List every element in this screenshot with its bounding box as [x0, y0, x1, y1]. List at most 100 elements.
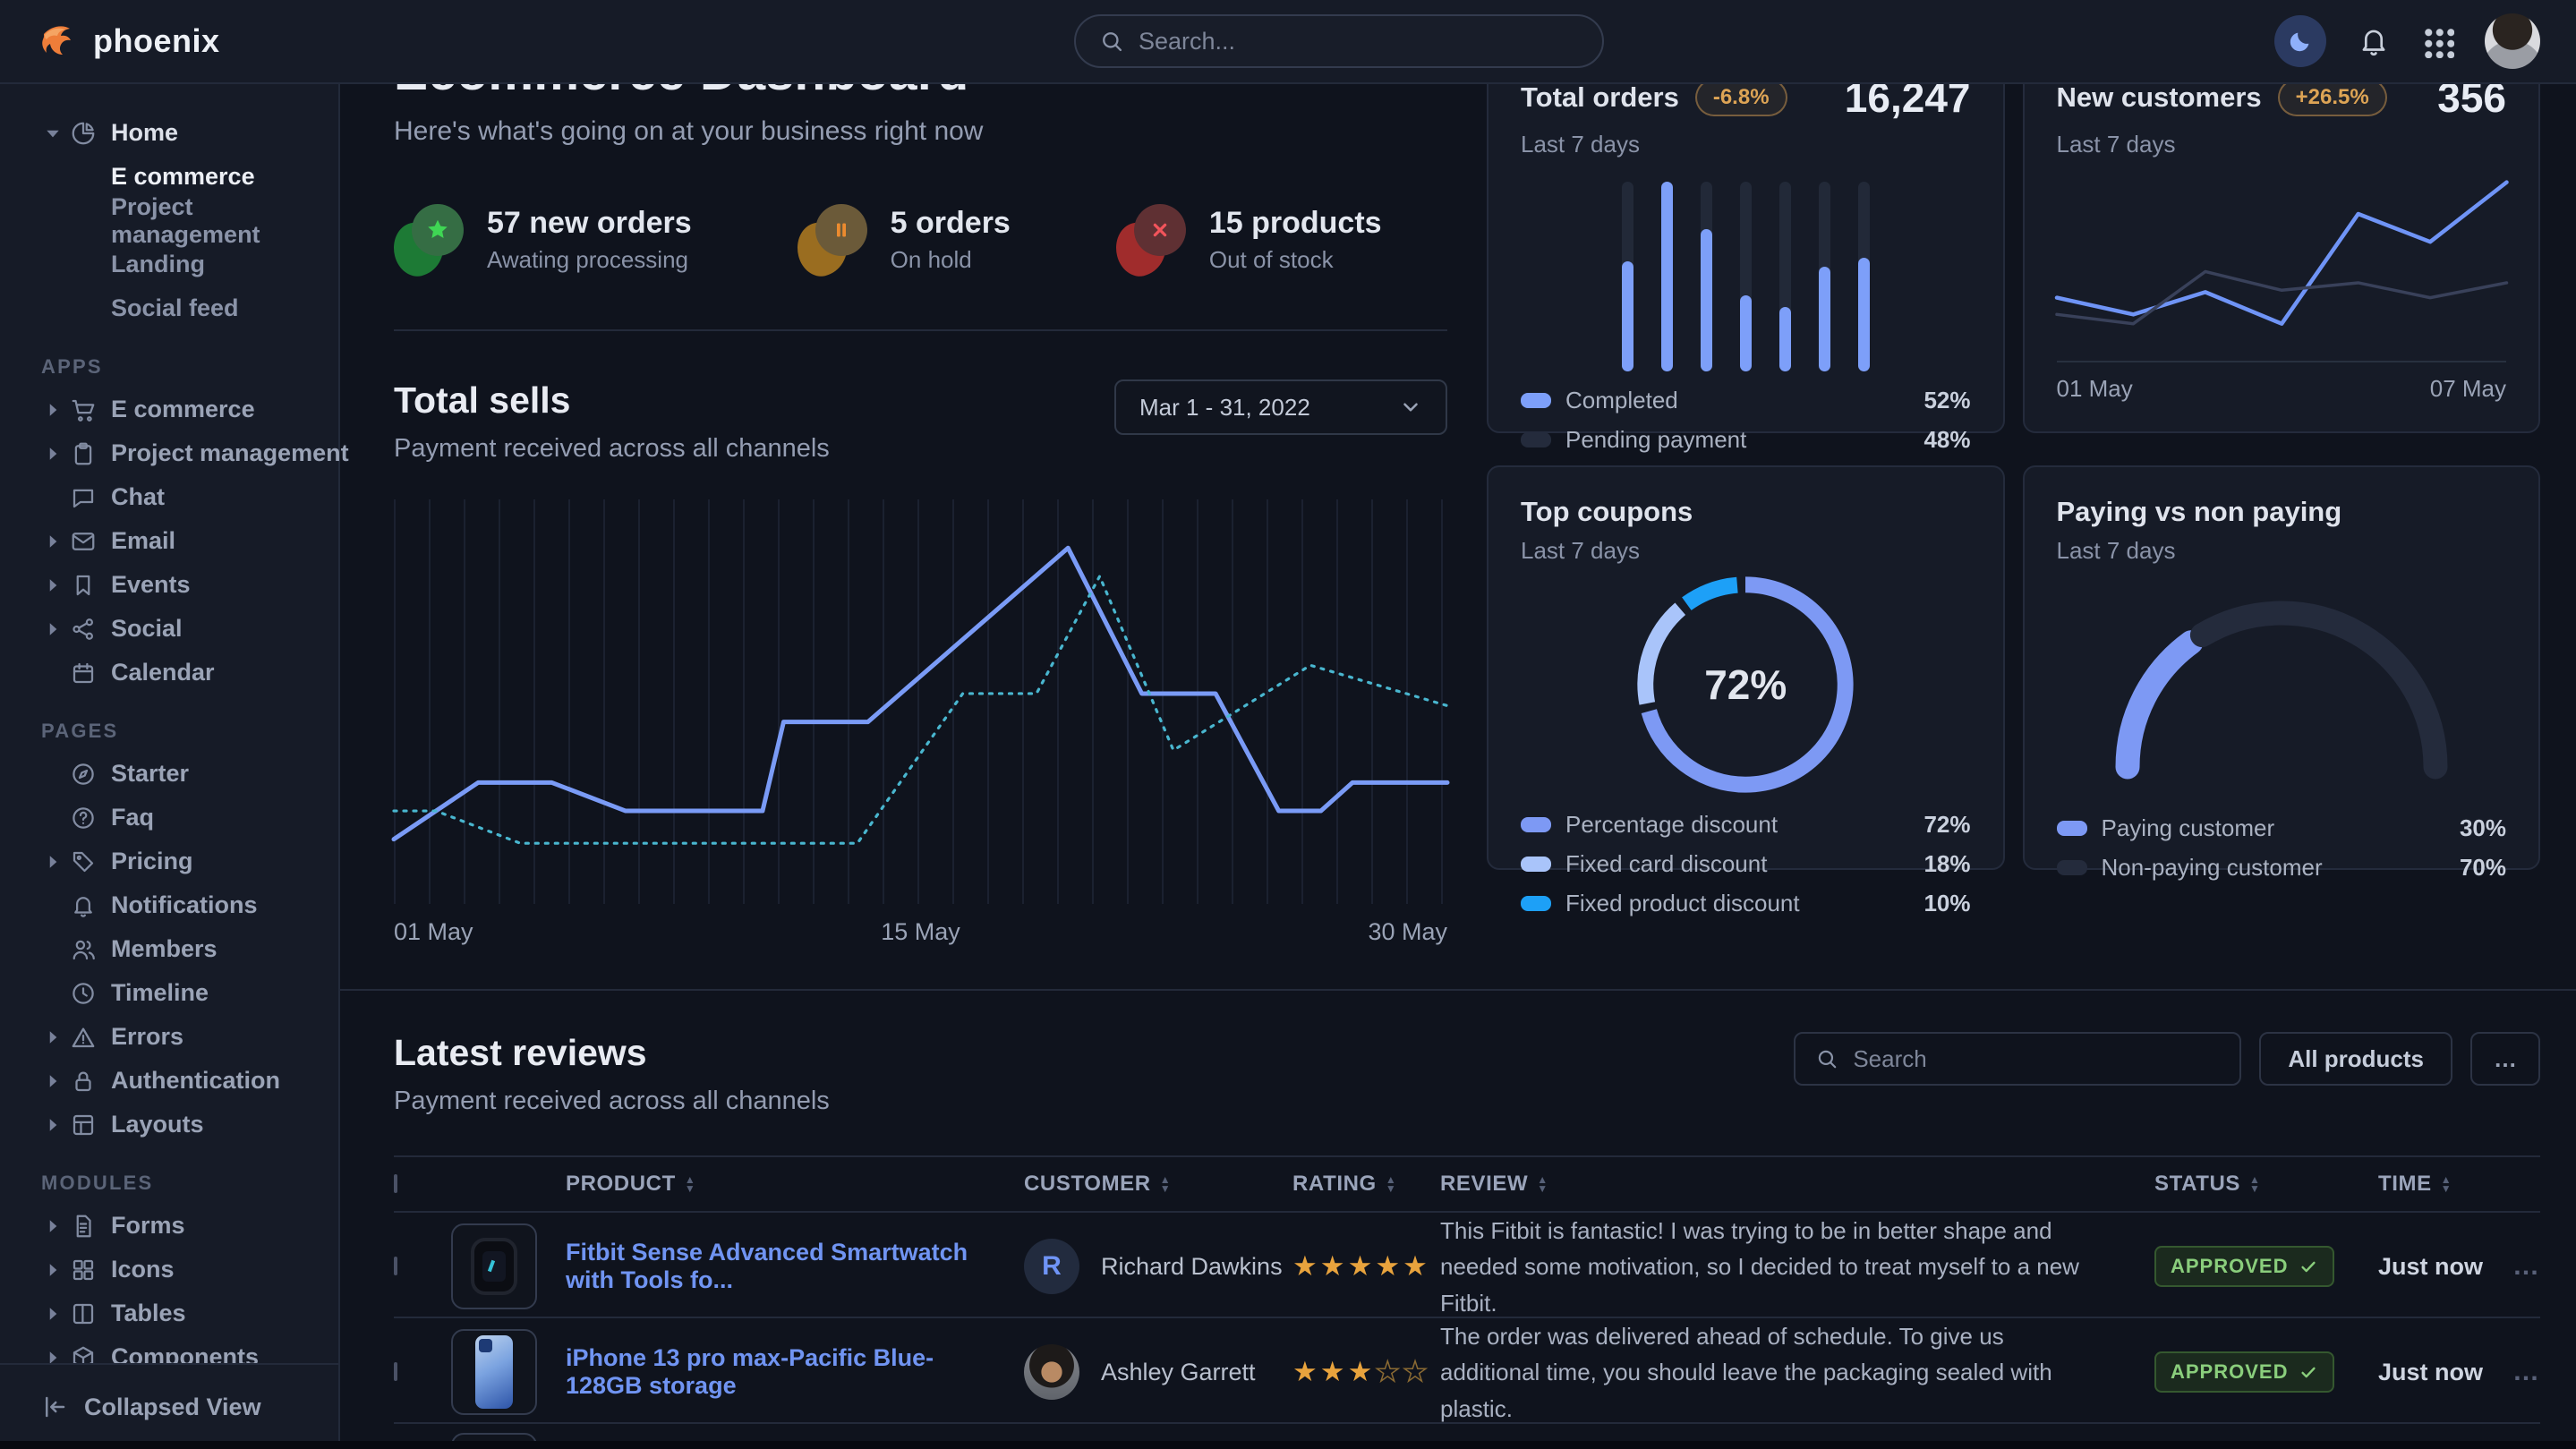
total-orders-bar-chart[interactable] — [1521, 158, 1971, 380]
grid-apps-icon — [2421, 25, 2454, 58]
sidebar-item-authentication[interactable]: Authentication — [0, 1059, 338, 1103]
product-thumbnail-iphone-photo[interactable] — [451, 1329, 537, 1415]
sidebar-item-events[interactable]: Events — [0, 563, 338, 607]
column-header-product[interactable]: PRODUCT▲▼ — [566, 1172, 1024, 1197]
grid4-icon — [70, 1257, 97, 1283]
legend-swatch — [1521, 393, 1551, 408]
column-header-review[interactable]: REVIEW▲▼ — [1440, 1172, 2154, 1197]
date-range-select[interactable]: Mar 1 - 31, 2022 — [1114, 379, 1447, 435]
tag-icon — [70, 848, 97, 875]
column-header-customer[interactable]: CUSTOMER▲▼ — [1024, 1172, 1292, 1197]
new-customers-chart[interactable] — [2057, 167, 2507, 354]
legend-swatch — [2057, 821, 2087, 836]
sidebar-item-project-management[interactable]: Project management — [0, 199, 338, 243]
sidebar-item-tables[interactable]: Tables — [0, 1291, 338, 1335]
sidebar-item-social-feed[interactable]: Social feed — [0, 286, 338, 330]
sidebar-item-social[interactable]: Social — [0, 607, 338, 651]
sidebar-item-faq[interactable]: Faq — [0, 796, 338, 840]
row-checkbox[interactable] — [394, 1257, 397, 1275]
column-header-time[interactable]: TIME▲▼ — [2378, 1172, 2512, 1197]
kpi-cards: Total orders -6.8% 16,247 Last 7 days Co… — [1487, 43, 2540, 946]
donut-center-label: 72% — [1704, 661, 1787, 709]
product-link[interactable]: iPhone 13 pro max-Pacific Blue-128GB sto… — [566, 1344, 1024, 1400]
sidebar-section-pages: PAGES — [0, 720, 338, 743]
chevron-down-icon — [1399, 396, 1422, 419]
review-time: Just now — [2378, 1359, 2512, 1386]
sidebar-item-notifications[interactable]: Notifications — [0, 883, 338, 927]
user-avatar[interactable] — [2485, 13, 2540, 69]
sidebar-item-errors[interactable]: Errors — [0, 1015, 338, 1059]
review-text: This Fitbit is fantastic! I was trying t… — [1440, 1213, 2154, 1321]
row-more-button[interactable]: … — [2512, 1357, 2554, 1387]
reviews-search[interactable] — [1794, 1032, 2241, 1086]
sidebar-section-modules: MODULES — [0, 1172, 338, 1195]
column-header-rating[interactable]: RATING▲▼ — [1292, 1172, 1440, 1197]
sidebar-item-layouts[interactable]: Layouts — [0, 1103, 338, 1146]
product-thumbnail-smartwatch-photo[interactable] — [451, 1223, 537, 1309]
global-search[interactable] — [1074, 14, 1604, 68]
total-sells-chart[interactable] — [394, 499, 1447, 904]
reviews-title: Latest reviews — [394, 1032, 830, 1074]
total-orders-card: Total orders -6.8% 16,247 Last 7 days Co… — [1487, 43, 2005, 433]
sidebar-item-home[interactable]: Home — [0, 111, 338, 155]
sidebar-item-e-commerce[interactable]: E commerce — [0, 388, 338, 431]
search-icon — [1815, 1047, 1838, 1070]
column-header-status[interactable]: STATUS▲▼ — [2154, 1172, 2378, 1197]
brand-logo[interactable]: phoenix — [36, 20, 220, 63]
legend-row: Completed 52% — [1521, 380, 1971, 420]
sidebar-item-icons[interactable]: Icons — [0, 1248, 338, 1291]
sidebar-item-email[interactable]: Email — [0, 519, 338, 563]
sidebar-item-starter[interactable]: Starter — [0, 752, 338, 796]
theme-toggle-button[interactable] — [2274, 15, 2326, 67]
collapse-view-button[interactable]: Collapsed View — [0, 1363, 338, 1449]
star-icon — [424, 217, 451, 243]
sidebar-item-project-management[interactable]: Project management — [0, 431, 338, 475]
status-badge: APPROVED — [2154, 1246, 2334, 1287]
series-current-period — [394, 548, 1447, 839]
new-customers-x-axis: 01 May07 May — [2057, 361, 2507, 403]
sidebar-item-timeline[interactable]: Timeline — [0, 971, 338, 1015]
sidebar-item-chat[interactable]: Chat — [0, 475, 338, 519]
customer-avatar — [1024, 1344, 1079, 1400]
reviews-more-button[interactable]: … — [2470, 1032, 2540, 1086]
paying-card: Paying vs non paying Last 7 days Paying … — [2023, 465, 2541, 870]
table-row[interactable]: Fitbit Sense Advanced Smartwatch with To… — [394, 1213, 2540, 1318]
top-navbar: phoenix — [0, 0, 2576, 84]
select-all-checkbox[interactable] — [394, 1174, 397, 1193]
legend-swatch — [1521, 896, 1551, 911]
paying-gauge-chart[interactable] — [2057, 565, 2507, 808]
table-row[interactable]: iPhone 13 pro max-Pacific Blue-128GB sto… — [394, 1318, 2540, 1424]
page-subtitle: Here's what's going on at your business … — [394, 116, 1447, 147]
product-link[interactable]: Fitbit Sense Advanced Smartwatch with To… — [566, 1239, 1024, 1294]
order-bar — [1622, 182, 1633, 371]
top-coupons-card: Top coupons Last 7 days 72% Percentage d… — [1487, 465, 2005, 870]
sidebar-item-calendar[interactable]: Calendar — [0, 651, 338, 695]
top-coupons-caption: Last 7 days — [1521, 537, 1971, 565]
global-search-input[interactable] — [1139, 28, 1579, 55]
row-checkbox[interactable] — [394, 1362, 397, 1381]
sidebar-item-members[interactable]: Members — [0, 927, 338, 971]
sidebar-nav: HomeE commerceProject managementLandingS… — [0, 111, 338, 1379]
apps-menu-button[interactable] — [2421, 25, 2454, 58]
legend-swatch — [1521, 817, 1551, 832]
review-time: Just now — [2378, 1253, 2512, 1281]
row-more-button[interactable]: … — [2512, 1251, 2554, 1282]
legend-row: Fixed product discount 10% — [1521, 883, 1971, 923]
sidebar-item-landing[interactable]: Landing — [0, 243, 338, 286]
sidebar-item-forms[interactable]: Forms — [0, 1204, 338, 1248]
calendar-icon — [70, 660, 97, 686]
sidebar-item-pricing[interactable]: Pricing — [0, 840, 338, 883]
customer-cell[interactable]: R Richard Dawkins — [1024, 1239, 1292, 1294]
all-products-button[interactable]: All products — [2259, 1032, 2452, 1086]
customer-cell[interactable]: Ashley Garrett — [1024, 1344, 1292, 1400]
x-stat-icon — [1116, 204, 1186, 276]
legend-label: Paying customer — [2102, 814, 2275, 842]
customer-avatar: R — [1024, 1239, 1079, 1294]
top-coupons-donut-chart[interactable]: 72% — [1521, 565, 1971, 805]
caret-down-icon — [41, 122, 64, 145]
reviews-search-input[interactable] — [1853, 1045, 2220, 1073]
notifications-button[interactable] — [2357, 24, 2391, 58]
latest-reviews-section: Latest reviews Payment received across a… — [394, 1032, 2540, 1449]
review-text: The order was delivered ahead of schedul… — [1440, 1318, 2154, 1427]
reviews-table-body: Fitbit Sense Advanced Smartwatch with To… — [394, 1213, 2540, 1424]
